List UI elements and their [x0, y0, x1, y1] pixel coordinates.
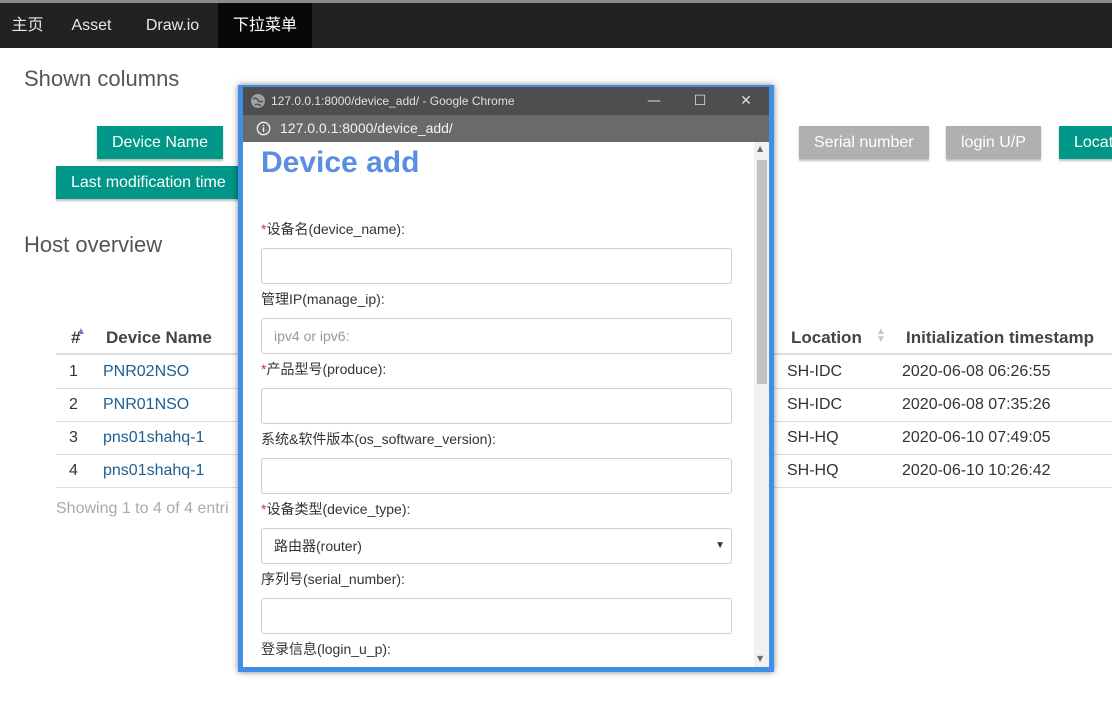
column-toggle-last-modification-time[interactable]: Last modification time — [56, 166, 241, 199]
row-index: 1 — [69, 363, 78, 380]
nav-item-drawio[interactable]: Draw.io — [128, 3, 217, 48]
manage-ip-input[interactable]: ipv4 or ipv6: — [261, 318, 732, 354]
row-index: 2 — [69, 396, 78, 413]
column-header-label: Device Name — [106, 328, 212, 347]
sort-asc-icon: ▲ — [76, 326, 86, 337]
column-toggle-location[interactable]: Locat — [1059, 126, 1112, 159]
init-timestamp-cell: 2020-06-08 07:35:26 — [902, 396, 1051, 413]
column-toggle-serial-number[interactable]: Serial number — [799, 126, 929, 159]
produce-label: *产品型号(produce): — [261, 359, 386, 379]
nav-item-label: Asset — [71, 17, 112, 34]
table-info-text: Showing 1 to 4 of 4 entri — [56, 500, 229, 517]
globe-icon — [251, 94, 265, 108]
close-button[interactable]: ✕ — [723, 87, 769, 115]
column-toggle-login-up[interactable]: login U/P — [946, 126, 1041, 159]
init-timestamp-cell: 2020-06-10 07:49:05 — [902, 429, 1051, 446]
device-name-label: *设备名(device_name): — [261, 219, 405, 239]
nav-item-label: 下拉菜单 — [232, 17, 297, 34]
nav-item-label: 主页 — [11, 17, 44, 34]
location-cell: SH-IDC — [787, 363, 843, 380]
url-text: 127.0.0.1:8000/device_add/ — [280, 120, 453, 136]
column-header-location[interactable]: Location — [791, 322, 862, 354]
nav-item-dropdown-menu[interactable]: 下拉菜单 — [218, 3, 312, 48]
window-title: 127.0.0.1:8000/device_add/ - Google Chro… — [271, 94, 515, 108]
location-cell: SH-IDC — [787, 396, 843, 413]
scrollbar-thumb[interactable] — [757, 160, 767, 384]
column-header-init-timestamp[interactable]: Initialization timestamp — [906, 322, 1094, 354]
vertical-scrollbar[interactable]: ▲ ▼ — [754, 142, 769, 667]
nav-item-label: Draw.io — [145, 17, 200, 34]
column-header-device-name[interactable]: Device Name — [106, 322, 212, 354]
device-type-label: *设备类型(device_type): — [261, 499, 410, 519]
device-name-link[interactable]: pns01shahq-1 — [103, 421, 204, 454]
device-name-link[interactable]: PNR02NSO — [103, 355, 189, 388]
minimize-button[interactable]: — — [631, 87, 677, 115]
row-index: 3 — [69, 429, 78, 446]
field-label-text: 设备类型(device_type): — [266, 501, 411, 517]
device-name-link[interactable]: pns01shahq-1 — [103, 454, 204, 487]
nav-item-asset[interactable]: Asset — [55, 3, 128, 48]
device-type-selected-value: 路由器(router) — [274, 538, 362, 554]
field-label-text: 设备名(device_name): — [266, 221, 405, 237]
info-icon[interactable] — [256, 121, 271, 136]
serial-number-label: 序列号(serial_number): — [261, 571, 405, 587]
nav-item-home[interactable]: 主页 — [0, 3, 55, 48]
form-title: Device add — [261, 146, 420, 179]
window-titlebar[interactable]: 127.0.0.1:8000/device_add/ - Google Chro… — [243, 87, 769, 115]
top-navbar: 主页 Asset Draw.io 下拉菜单 — [0, 3, 1112, 48]
init-timestamp-cell: 2020-06-10 10:26:42 — [902, 462, 1051, 479]
device-name-link[interactable]: PNR01NSO — [103, 388, 189, 421]
field-label-text: 产品型号(produce): — [266, 361, 387, 377]
address-bar[interactable]: 127.0.0.1:8000/device_add/ — [243, 115, 769, 142]
device-add-form: Device add *设备名(device_name): 管理IP(manag… — [243, 142, 769, 667]
location-cell: SH-HQ — [787, 429, 839, 446]
scroll-down-arrow-icon[interactable]: ▼ — [757, 654, 763, 663]
host-overview-title: Host overview — [24, 232, 163, 257]
row-index: 4 — [69, 462, 78, 479]
login-u-p-label: 登录信息(login_u_p): — [261, 641, 391, 657]
device-name-input[interactable] — [261, 248, 732, 284]
os-software-version-input[interactable] — [261, 458, 732, 494]
produce-input[interactable] — [261, 388, 732, 424]
column-header-label: Location — [791, 328, 862, 347]
location-cell: SH-HQ — [787, 462, 839, 479]
sort-both-icon: ▲ ▼ — [876, 326, 886, 345]
device-add-popup-window: 127.0.0.1:8000/device_add/ - Google Chro… — [238, 85, 774, 672]
serial-number-input[interactable] — [261, 598, 732, 634]
manage-ip-label: 管理IP(manage_ip): — [261, 291, 385, 307]
shown-columns-title: Shown columns — [24, 66, 180, 91]
init-timestamp-cell: 2020-06-08 06:26:55 — [902, 363, 1051, 380]
scroll-up-arrow-icon[interactable]: ▲ — [757, 144, 763, 153]
device-type-select[interactable]: 路由器(router) ▼ — [261, 528, 732, 564]
os-software-version-label: 系统&软件版本(os_software_version): — [261, 431, 496, 447]
chevron-down-icon: ▼ — [715, 540, 725, 551]
maximize-button[interactable]: ☐ — [677, 87, 723, 115]
column-header-label: Initialization timestamp — [906, 328, 1094, 347]
column-toggle-device-name[interactable]: Device Name — [97, 126, 224, 159]
